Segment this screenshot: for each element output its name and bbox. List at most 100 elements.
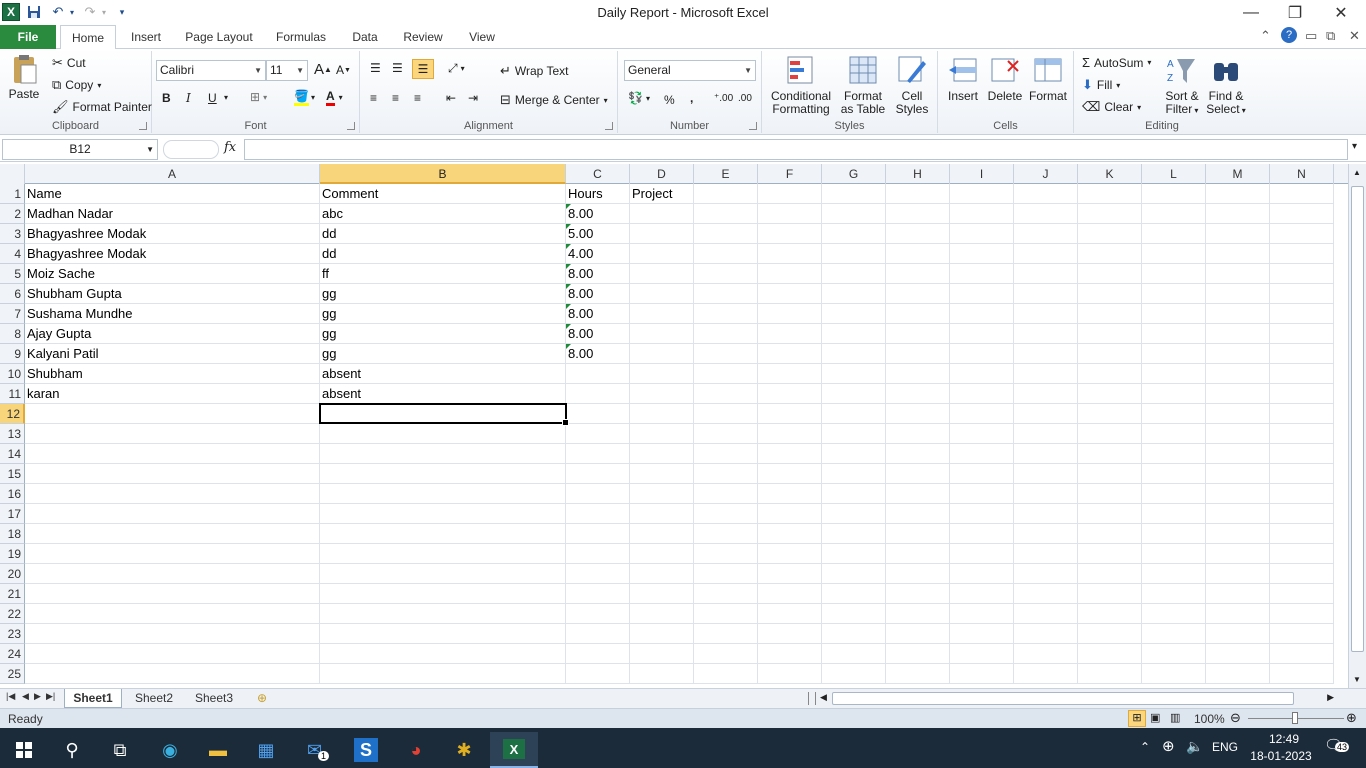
cell-h8[interactable] [886, 324, 950, 344]
format-painter-button[interactable]: 🖌 Format Painter [52, 99, 152, 115]
cell-i23[interactable] [950, 624, 1014, 644]
cell-i13[interactable] [950, 424, 1014, 444]
restore-button[interactable]: ❐ [1272, 0, 1318, 25]
scroll-up-icon[interactable]: ▲ [1353, 168, 1361, 177]
cell-h12[interactable] [886, 404, 950, 424]
cell-d10[interactable] [630, 364, 694, 384]
cell-m1[interactable] [1206, 184, 1270, 204]
cell-a2[interactable]: Madhan Nadar [25, 204, 320, 224]
cell-m22[interactable] [1206, 604, 1270, 624]
cell-a23[interactable] [25, 624, 320, 644]
find-select-button[interactable]: Find & Select ▾ [1204, 55, 1248, 117]
cell-c6[interactable]: 8.00 [566, 284, 630, 304]
cell-a20[interactable] [25, 564, 320, 584]
cell-i8[interactable] [950, 324, 1014, 344]
cell-l6[interactable] [1142, 284, 1206, 304]
cell-h1[interactable] [886, 184, 950, 204]
cell-c10[interactable] [566, 364, 630, 384]
cell-c14[interactable] [566, 444, 630, 464]
sort-filter-button[interactable]: AZ Sort & Filter ▾ [1160, 55, 1204, 117]
cell-k14[interactable] [1078, 444, 1142, 464]
cell-g14[interactable] [822, 444, 886, 464]
cell-l22[interactable] [1142, 604, 1206, 624]
cell-e6[interactable] [694, 284, 758, 304]
horizontal-scroll-thumb[interactable] [832, 692, 1294, 705]
cell-c15[interactable] [566, 464, 630, 484]
cell-l2[interactable] [1142, 204, 1206, 224]
network-icon[interactable]: ⊕ [1162, 737, 1175, 755]
cell-g11[interactable] [822, 384, 886, 404]
copy-dropdown-icon[interactable]: ▾ [97, 81, 101, 90]
cell-l5[interactable] [1142, 264, 1206, 284]
cell-k20[interactable] [1078, 564, 1142, 584]
row-header[interactable]: 15 [0, 464, 25, 484]
language-indicator[interactable]: ENG [1212, 740, 1238, 754]
cell-h9[interactable] [886, 344, 950, 364]
cell-styles-button[interactable]: Cell Styles [890, 55, 934, 116]
cell-i1[interactable] [950, 184, 1014, 204]
cell-b11[interactable]: absent [320, 384, 566, 404]
font-size-combo[interactable]: 11 ▼ [266, 60, 308, 81]
cell-f20[interactable] [758, 564, 822, 584]
column-header-m[interactable]: M [1206, 164, 1270, 184]
cell-e22[interactable] [694, 604, 758, 624]
sheet-tab-sheet3[interactable]: Sheet3 [186, 689, 242, 708]
cell-l7[interactable] [1142, 304, 1206, 324]
spreadsheet-grid[interactable]: ABCDEFGHIJKLMN 1 Name Comment Hours Project 2… [0, 164, 1348, 688]
cell-j19[interactable] [1014, 544, 1078, 564]
insert-sheet-icon[interactable]: ⊕ [250, 689, 274, 708]
page-layout-view-icon[interactable]: ▣ [1150, 711, 1160, 724]
cell-g18[interactable] [822, 524, 886, 544]
cell-f22[interactable] [758, 604, 822, 624]
font-launcher-icon[interactable] [347, 122, 355, 130]
cell-l19[interactable] [1142, 544, 1206, 564]
percent-button[interactable]: % [664, 93, 675, 107]
cell-l17[interactable] [1142, 504, 1206, 524]
cell-e14[interactable] [694, 444, 758, 464]
cell-e18[interactable] [694, 524, 758, 544]
cell-c9[interactable]: 8.00 [566, 344, 630, 364]
cell-k15[interactable] [1078, 464, 1142, 484]
file-explorer-icon[interactable]: ▬ [194, 732, 242, 768]
cell-f1[interactable] [758, 184, 822, 204]
prev-sheet-icon[interactable]: ◀ [22, 691, 29, 702]
cell-m5[interactable] [1206, 264, 1270, 284]
cell-h18[interactable] [886, 524, 950, 544]
row-header[interactable]: 25 [0, 664, 25, 684]
cell-b25[interactable] [320, 664, 566, 684]
cell-n3[interactable] [1270, 224, 1334, 244]
cell-f5[interactable] [758, 264, 822, 284]
cell-g17[interactable] [822, 504, 886, 524]
cell-d18[interactable] [630, 524, 694, 544]
cell-e21[interactable] [694, 584, 758, 604]
cell-e4[interactable] [694, 244, 758, 264]
cell-d25[interactable] [630, 664, 694, 684]
cell-e16[interactable] [694, 484, 758, 504]
row-header[interactable]: 24 [0, 644, 25, 664]
cell-c13[interactable] [566, 424, 630, 444]
cell-c17[interactable] [566, 504, 630, 524]
cell-l20[interactable] [1142, 564, 1206, 584]
vertical-scrollbar[interactable]: ▲ ▼ [1348, 164, 1366, 688]
cell-c20[interactable] [566, 564, 630, 584]
cell-i2[interactable] [950, 204, 1014, 224]
row-header[interactable]: 23 [0, 624, 25, 644]
fill-color-icon[interactable]: 🪣 ▾ [294, 89, 315, 106]
cell-d23[interactable] [630, 624, 694, 644]
cell-b23[interactable] [320, 624, 566, 644]
cell-f17[interactable] [758, 504, 822, 524]
cell-l24[interactable] [1142, 644, 1206, 664]
cell-f8[interactable] [758, 324, 822, 344]
row-header[interactable]: 10 [0, 364, 25, 384]
wrap-text-button[interactable]: ↵ Wrap Text [500, 63, 568, 79]
cell-a24[interactable] [25, 644, 320, 664]
cell-l10[interactable] [1142, 364, 1206, 384]
tray-expand-icon[interactable]: ⌃ [1140, 740, 1150, 754]
cell-f18[interactable] [758, 524, 822, 544]
cell-e3[interactable] [694, 224, 758, 244]
cell-l1[interactable] [1142, 184, 1206, 204]
horizontal-scrollbar[interactable]: ◀ ▶ [818, 691, 1336, 706]
slack-icon[interactable]: ✱ [440, 732, 488, 768]
tab-review[interactable]: Review [396, 25, 450, 49]
cell-m18[interactable] [1206, 524, 1270, 544]
